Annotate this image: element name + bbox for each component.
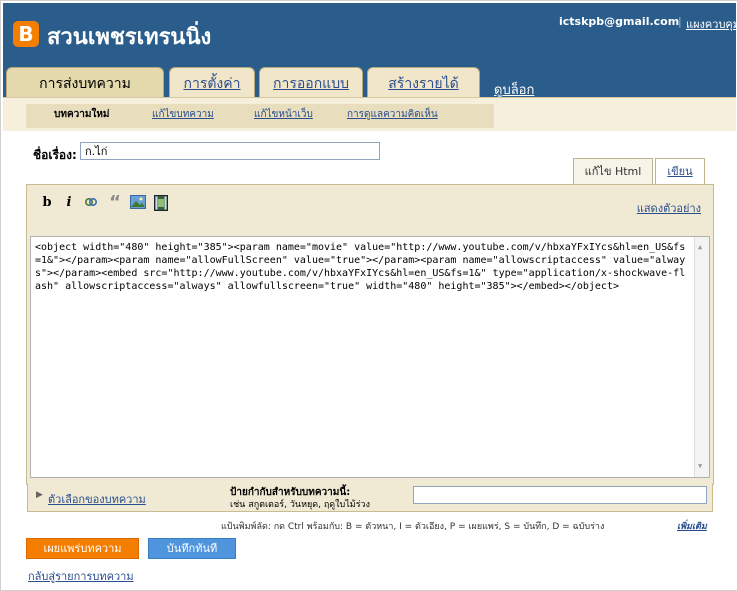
italic-button[interactable]: i	[61, 195, 77, 211]
expand-arrow-icon[interactable]: ▶	[36, 490, 43, 500]
subtabs-bar: บทความใหม่ แก้ไขบทความ แก้ไขหน้าเว็บ การ…	[3, 97, 736, 131]
dashboard-link[interactable]: แผงควบคุม	[686, 15, 736, 33]
labels-input[interactable]	[413, 486, 707, 504]
keyboard-shortcuts-hint: แป้นพิมพ์ลัด: กด Ctrl พร้อมกับ: B = ตัวห…	[221, 522, 605, 532]
save-now-button[interactable]: บันทึกทันที	[148, 538, 236, 559]
user-email: ictskpb@gmail.com	[559, 15, 680, 28]
logo-letter: B	[18, 22, 34, 46]
tab-settings[interactable]: การตั้งค่า	[169, 67, 255, 99]
tab-posting[interactable]: การส่งบทความ	[6, 67, 164, 100]
bold-button[interactable]: b	[39, 195, 55, 211]
blog-title: สวนเพชรเทรนนิ่ง	[47, 25, 212, 50]
tab-edit-html[interactable]: แก้ไข Html	[573, 158, 653, 184]
html-editor-textarea[interactable]: <object width="480" height="385"><param …	[30, 236, 710, 478]
scroll-down-icon[interactable]: ▼	[698, 460, 702, 473]
blogger-logo[interactable]: B	[13, 21, 39, 47]
tab-compose[interactable]: เขียน	[655, 158, 705, 184]
image-icon[interactable]	[130, 195, 146, 211]
link-icon[interactable]	[83, 195, 99, 211]
publish-button[interactable]: เผยแพร่บทความ	[26, 538, 139, 559]
tab-monetize[interactable]: สร้างรายได้	[367, 67, 480, 99]
title-label: ชื่อเรื่อง:	[33, 148, 77, 162]
labels-hint: เช่น สกูตเตอร์, วันหยุด, ฤดูใบไม้ร่วง	[230, 500, 370, 510]
subtab-edit-posts[interactable]: แก้ไขบทความ	[152, 107, 214, 122]
video-icon[interactable]	[153, 195, 169, 211]
scroll-up-icon[interactable]: ▲	[698, 241, 702, 254]
subtab-edit-pages[interactable]: แก้ไขหน้าเว็บ	[254, 107, 313, 122]
post-title-input[interactable]	[80, 142, 380, 160]
editor-content: <object width="480" height="385"><param …	[35, 242, 686, 292]
header-separator: |	[678, 15, 682, 28]
editor-scrollbar[interactable]: ▲ ▼	[694, 237, 709, 477]
shortcuts-more-link[interactable]: เพิ่มเติม	[677, 519, 707, 533]
back-to-posts-link[interactable]: กลับสู่รายการบทความ	[28, 567, 134, 585]
subtab-moderate-comments[interactable]: การดูแลความคิดเห็น	[347, 107, 438, 122]
post-options-bar: ▶ ตัวเลือกของบทความ ป้ายกำกับสำหรับบทควา…	[27, 484, 713, 512]
subtab-new-post[interactable]: บทความใหม่	[54, 107, 110, 122]
editor-toolbar: b i “ แสดงตัวอย่าง	[27, 185, 713, 235]
editor-container: b i “ แสดงตัวอย่าง <object width="480" h…	[26, 184, 714, 485]
quote-button[interactable]: “	[107, 194, 123, 212]
preview-link[interactable]: แสดงตัวอย่าง	[637, 199, 701, 217]
tab-layout[interactable]: การออกแบบ	[259, 67, 363, 99]
post-options-link[interactable]: ตัวเลือกของบทความ	[48, 490, 146, 508]
